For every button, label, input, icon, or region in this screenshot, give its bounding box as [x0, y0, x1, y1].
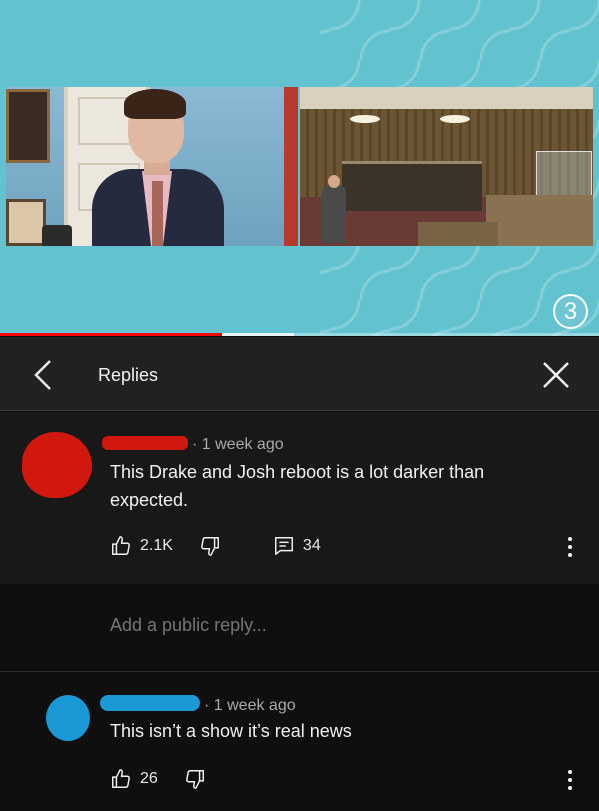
person-tie [152, 181, 163, 246]
redacted-username [102, 436, 188, 450]
reply-count: 34 [302, 537, 321, 554]
judge-bench [486, 195, 593, 246]
thumbs-down-icon[interactable] [184, 768, 206, 790]
comment-timestamp: · 1 week ago [192, 436, 284, 453]
reply-comment-icon[interactable] [273, 535, 295, 557]
comment-text: This Drake and Josh reboot is a lot dark… [110, 462, 485, 510]
thumbs-down-icon[interactable] [199, 535, 221, 557]
video-player[interactable]: 3 [0, 0, 599, 336]
ceiling-light [440, 115, 470, 123]
add-reply-box [0, 584, 599, 672]
avatar[interactable] [22, 432, 92, 498]
parent-comment: · 1 week ago This Drake and Josh reboot … [0, 412, 599, 584]
courtroom-person-head [328, 175, 340, 188]
progress-played [0, 333, 222, 336]
avatar[interactable] [46, 695, 90, 741]
courtroom-ceiling [300, 87, 593, 109]
progress-buffered [221, 333, 294, 336]
like-count: 2.1K [140, 537, 173, 554]
courtroom-person [322, 185, 346, 243]
add-reply-input[interactable] [110, 615, 570, 636]
more-vertical-icon[interactable] [565, 769, 575, 791]
court-desk [418, 222, 498, 246]
curtain [284, 87, 298, 246]
comment-actions: 2.1K 34 [110, 533, 321, 559]
chevron-left-icon[interactable] [28, 357, 58, 393]
thumbs-up-icon[interactable] [110, 768, 132, 790]
video-frame-right [300, 87, 593, 246]
progress-bar[interactable] [0, 333, 599, 336]
more-vertical-icon[interactable] [565, 536, 575, 558]
close-icon[interactable] [540, 359, 572, 391]
lamp [42, 225, 72, 246]
page-title: Replies [98, 365, 159, 385]
like-count: 26 [140, 770, 158, 787]
jury-box [342, 161, 482, 211]
thumbs-up-icon[interactable] [110, 535, 132, 557]
comment-time-text: 1 week ago [201, 436, 284, 453]
person-hair [124, 89, 186, 119]
chapter-badge[interactable]: 3 [553, 294, 588, 329]
video-frame-left [6, 87, 298, 246]
wall-painting [6, 89, 50, 163]
ceiling-light [350, 115, 380, 123]
comment-actions: 26 [110, 766, 206, 792]
comment-text: This isn’t a show it’s real news [110, 721, 352, 741]
comment-timestamp: · 1 week ago [204, 697, 296, 714]
picture-frame [6, 199, 46, 246]
reply-comment: · 1 week ago This isn’t a show it’s real… [0, 673, 599, 811]
redacted-username [100, 695, 200, 711]
comment-time-text: 1 week ago [213, 697, 296, 714]
glass-partition [536, 151, 592, 199]
replies-header: Replies [0, 337, 599, 411]
